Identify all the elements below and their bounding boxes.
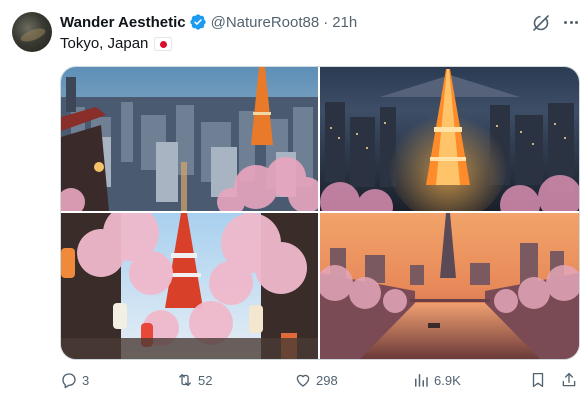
views-action[interactable]: 6.9K [412,370,461,390]
verified-badge-icon[interactable] [189,13,207,31]
views-icon [415,374,428,387]
reply-icon [62,373,76,389]
reply-action[interactable]: 3 [60,370,89,390]
bookmark-button[interactable] [529,370,547,390]
media-grid [60,66,580,360]
share-button[interactable] [560,370,578,390]
repost-action[interactable]: 52 [176,370,212,390]
like-action[interactable]: 298 [294,370,338,390]
views-count: 6.9K [434,372,461,388]
reply-count: 3 [82,372,90,388]
japan-flag-icon [154,37,173,51]
avatar[interactable] [12,12,52,52]
like-count: 298 [316,372,338,388]
more-icon[interactable] [561,12,581,32]
separator-dot: · [323,13,329,31]
media-photo-3[interactable] [61,213,318,359]
post-timestamp[interactable]: 21h [332,14,357,31]
repost-count: 52 [198,372,213,388]
post-text: Tokyo, Japan [60,34,173,54]
repost-icon [179,374,191,386]
post-header: Wander Aesthetic @NatureRoot88 · 21h [60,12,357,32]
like-icon [296,374,310,387]
share-icon [562,372,576,387]
media-photo-1[interactable] [61,67,318,211]
bookmark-icon [532,372,544,388]
author-name[interactable]: Wander Aesthetic [60,14,186,31]
post-text-content: Tokyo, Japan [60,35,149,52]
grok-icon[interactable] [531,13,551,33]
media-photo-2[interactable] [320,67,579,211]
author-handle[interactable]: @NatureRoot88 [211,14,320,31]
media-photo-4[interactable] [320,213,579,359]
